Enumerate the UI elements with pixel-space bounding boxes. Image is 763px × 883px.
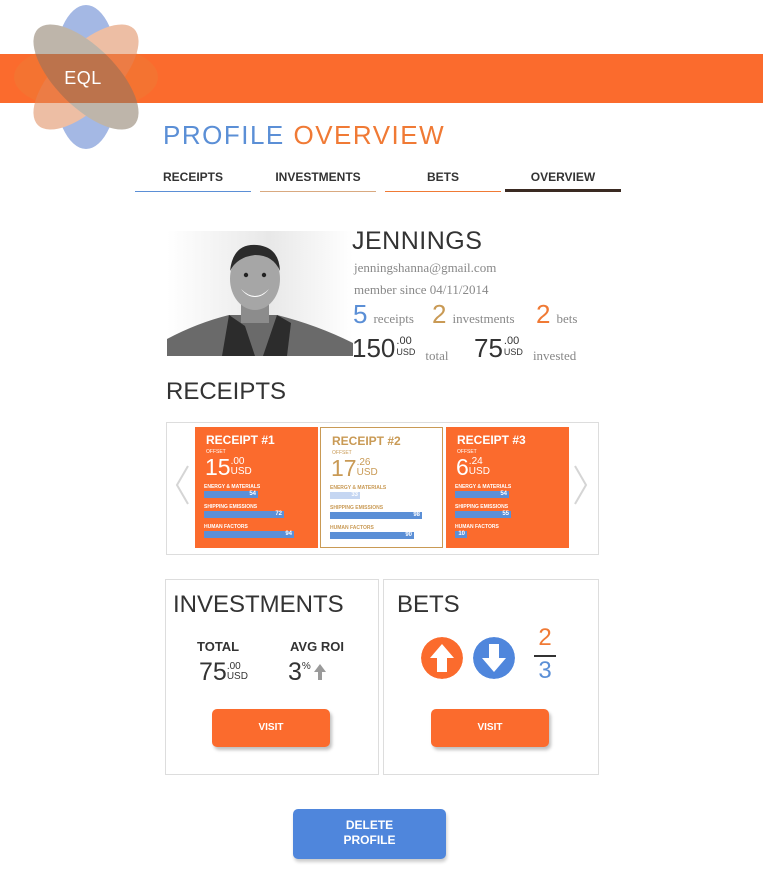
investments-title: INVESTMENTS xyxy=(173,591,344,618)
energy-label: ENERGY & MATERIALS xyxy=(455,484,512,490)
human-label: HUMAN FACTORS xyxy=(204,524,248,530)
shipping-bar: 98 xyxy=(330,512,422,519)
total-amount: 75 xyxy=(199,658,227,686)
receipt-amount: 6.24 USD xyxy=(456,454,490,481)
tab-underline xyxy=(385,191,501,192)
total-stat: 150.00 USD total xyxy=(352,333,449,364)
tab-receipts[interactable]: RECEIPTS xyxy=(135,170,251,192)
bets-label: bets xyxy=(556,311,578,326)
total-cents: .00 xyxy=(396,335,412,347)
tab-bets[interactable]: BETS xyxy=(385,170,501,192)
receipts-stat: 5 receipts xyxy=(353,299,414,330)
delete-line2: PROFILE xyxy=(343,833,396,847)
invested-stat: 75.00 USD invested xyxy=(474,333,576,364)
tab-label: OVERVIEW xyxy=(530,170,596,184)
investments-panel: INVESTMENTS TOTAL 75.00 USD AVG ROI 3% VI… xyxy=(165,579,379,775)
invested-cents: .00 xyxy=(503,335,520,347)
receipt-title: RECEIPT #2 xyxy=(332,434,401,448)
receipt-amount: 15.00 USD xyxy=(205,454,252,481)
receipts-count: 5 xyxy=(353,299,368,329)
investments-visit-button[interactable]: VISIT xyxy=(212,709,330,747)
invested-label: invested xyxy=(532,348,577,363)
investments-total-value: 75.00 USD xyxy=(199,658,248,687)
total-currency: USD xyxy=(396,347,416,357)
amount-whole: 6 xyxy=(456,454,469,480)
human-label: HUMAN FACTORS xyxy=(330,525,374,531)
amount-whole: 17 xyxy=(331,455,357,481)
member-since: member since 04/11/2014 xyxy=(354,282,489,297)
bets-count: 2 xyxy=(536,299,551,329)
investments-total-label: TOTAL xyxy=(197,639,240,654)
energy-bar: 54 xyxy=(204,491,258,498)
total-currency: USD xyxy=(226,671,248,682)
human-bar: 94 xyxy=(204,531,294,538)
profile-photo xyxy=(167,231,353,356)
roi-unit: % xyxy=(301,661,311,672)
bet-up-icon[interactable] xyxy=(421,637,463,679)
amount-whole: 15 xyxy=(205,454,231,480)
shipping-label: SHIPPING EMISSIONS xyxy=(204,504,258,510)
arrow-up-icon xyxy=(313,664,326,680)
receipt-title: RECEIPT #1 xyxy=(206,433,275,447)
human-bar: 90 xyxy=(330,532,414,539)
avg-roi-label: AVG ROI xyxy=(290,639,344,654)
tab-underline xyxy=(135,191,251,192)
chevron-left-icon[interactable] xyxy=(173,460,191,510)
total-label: total xyxy=(425,348,449,363)
receipt-amount: 17.26 USD xyxy=(331,455,378,482)
investments-label: investments xyxy=(452,311,515,326)
tab-underline xyxy=(505,189,621,192)
title-part2: OVERVIEW xyxy=(293,120,446,150)
amount-currency: USD xyxy=(230,466,252,477)
shipping-bar: 72 xyxy=(204,511,284,518)
bets-panel: BETS 2 3 VISIT xyxy=(383,579,599,775)
investments-stat: 2 investments xyxy=(432,299,515,330)
tab-investments[interactable]: INVESTMENTS xyxy=(260,170,376,192)
bets-stat: 2 bets xyxy=(536,299,577,330)
amount-currency: USD xyxy=(468,466,490,477)
receipt-card-3[interactable]: RECEIPT #3 OFFSET 6.24 USD ENERGY & MATER… xyxy=(446,427,569,548)
tab-underline xyxy=(260,191,376,192)
invested-amount: 75 xyxy=(474,333,503,363)
bets-title: BETS xyxy=(397,591,460,618)
chevron-right-icon[interactable] xyxy=(572,460,590,510)
tab-label: INVESTMENTS xyxy=(275,170,361,184)
total-amount: 150 xyxy=(352,333,396,363)
tab-overview[interactable]: OVERVIEW xyxy=(505,170,621,192)
energy-label: ENERGY & MATERIALS xyxy=(330,485,387,491)
energy-bar: 54 xyxy=(455,491,509,498)
tab-label: BETS xyxy=(426,170,459,184)
investments-count: 2 xyxy=(432,299,447,329)
receipts-section-title: RECEIPTS xyxy=(166,378,287,405)
bets-fraction-bottom: 3 xyxy=(538,657,552,684)
avg-roi-value: 3% xyxy=(288,658,327,687)
receipt-card-2[interactable]: RECEIPT #2 OFFSET 17.26 USD ENERGY & MATE… xyxy=(320,427,443,548)
logo-text: EQL xyxy=(64,68,102,88)
bets-fraction-top: 2 xyxy=(538,624,552,651)
profile-email: jenningshanna@gmail.com xyxy=(354,260,497,275)
bets-visit-button[interactable]: VISIT xyxy=(431,709,549,747)
shipping-label: SHIPPING EMISSIONS xyxy=(455,504,509,510)
roi-number: 3 xyxy=(288,658,302,686)
energy-bar: 33 xyxy=(330,492,360,499)
shipping-label: SHIPPING EMISSIONS xyxy=(330,505,384,511)
delete-line1: DELETE xyxy=(345,818,394,832)
tab-label: RECEIPTS xyxy=(162,170,223,184)
shipping-bar: 55 xyxy=(455,511,511,518)
page-title: PROFILE OVERVIEW xyxy=(163,120,445,151)
title-part1: PROFILE xyxy=(163,120,285,150)
amount-currency: USD xyxy=(356,467,378,478)
profile-name: JENNINGS xyxy=(352,227,483,255)
energy-label: ENERGY & MATERIALS xyxy=(204,484,261,490)
receipts-label: receipts xyxy=(373,311,414,326)
human-label: HUMAN FACTORS xyxy=(455,524,499,530)
delete-profile-button[interactable]: DELETE PROFILE xyxy=(293,809,446,859)
human-bar: 10 xyxy=(455,531,467,538)
receipt-title: RECEIPT #3 xyxy=(457,433,526,447)
receipt-card-1[interactable]: RECEIPT #1 OFFSET 15.00 USD ENERGY & MATE… xyxy=(195,427,318,548)
bet-down-icon[interactable] xyxy=(473,637,515,679)
invested-currency: USD xyxy=(503,347,523,357)
